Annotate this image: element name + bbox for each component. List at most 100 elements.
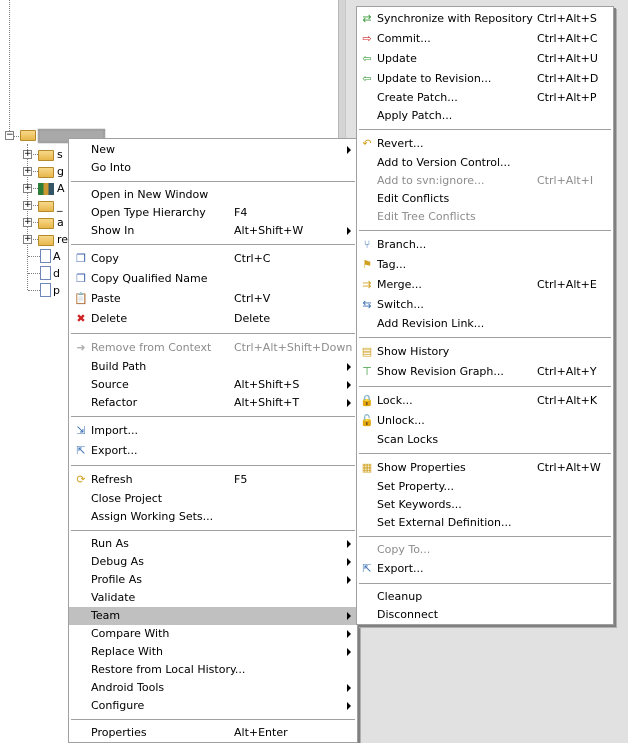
menu-separator [357,579,613,588]
tree-item[interactable]: A [38,248,61,264]
menu-item-create-patch[interactable]: Create Patch... Ctrl+Alt+P [357,89,613,107]
tree-item[interactable]: A [38,180,65,196]
expand-toggle[interactable]: + [23,167,32,176]
menu-item-label: Profile As [91,573,142,586]
menu-item-set-property[interactable]: Set Property... [357,478,613,496]
menu-item-new[interactable]: New [69,141,357,159]
expand-toggle[interactable]: + [23,184,32,193]
switch-icon: ⇆ [362,298,372,311]
menu-item-label: Refactor [91,396,138,409]
tree-item[interactable]: _ [38,197,63,213]
menu-item-add-to-version-control[interactable]: Add to Version Control... [357,154,613,172]
menu-item-close-project[interactable]: Close Project [69,490,357,508]
menu-item-label: Run As [91,537,129,550]
menu-item-show-history[interactable]: ▤ Show History [357,342,613,362]
menu-item-commit[interactable]: ⇨ Commit... Ctrl+Alt+C [357,29,613,49]
submenu-arrow-icon [347,612,351,620]
menu-item-restore-from-local-history[interactable]: Restore from Local History... [69,661,357,679]
menu-separator [69,240,357,249]
menu-item-profile-as[interactable]: Profile As [69,571,357,589]
menu-item-label: Update to Revision... [377,72,492,85]
submenu-arrow-icon [347,576,351,584]
menu-item-synchronize-with-repository[interactable]: ⇄ Synchronize with Repository Ctrl+Alt+S [357,9,613,29]
menu-item-disconnect[interactable]: Disconnect [357,606,613,624]
export-icon: ⇱ [76,444,86,457]
menu-item-label: Show Revision Graph... [377,365,504,378]
menu-item-scan-locks[interactable]: Scan Locks [357,431,613,449]
menu-item-switch[interactable]: ⇆ Switch... [357,295,613,315]
menu-item-export[interactable]: ⇱ Export... [357,559,613,579]
menu-item-unlock[interactable]: 🔓 Unlock... [357,411,613,431]
menu-separator [357,125,613,134]
menu-item-assign-working-sets[interactable]: Assign Working Sets... [69,508,357,526]
expand-toggle[interactable]: + [23,150,32,159]
menu-item-export[interactable]: ⇱ Export... [69,441,357,461]
import-icon: ⇲ [76,424,86,437]
menu-separator [69,461,357,470]
tree-item[interactable]: p [38,282,60,298]
menu-item-revert[interactable]: ↶ Revert... [357,134,613,154]
menu-item-paste[interactable]: 📋 Paste Ctrl+V [69,289,357,309]
menu-item-apply-patch[interactable]: Apply Patch... [357,107,613,125]
menu-item-import[interactable]: ⇲ Import... [69,421,357,441]
tree-item[interactable]: re [38,231,68,247]
menu-item-team[interactable]: Team [69,607,357,625]
menu-item-shortcut: Ctrl+Alt+Y [537,365,597,378]
menu-item-copy-to: Copy To... [357,541,613,559]
menu-separator [357,532,613,541]
menu-item-build-path[interactable]: Build Path [69,358,357,376]
menu-item-tag[interactable]: ⚑ Tag... [357,255,613,275]
menu-item-replace-with[interactable]: Replace With [69,643,357,661]
menu-item-run-as[interactable]: Run As [69,535,357,553]
menu-item-go-into[interactable]: Go Into [69,159,357,177]
submenu-arrow-icon [347,146,351,154]
menu-item-show-in[interactable]: Show In Alt+Shift+W [69,222,357,240]
collapse-toggle[interactable]: − [5,131,14,140]
menu-item-android-tools[interactable]: Android Tools [69,679,357,697]
menu-item-label: Replace With [91,645,163,658]
menu-item-source[interactable]: Source Alt+Shift+S [69,376,357,394]
expand-toggle[interactable]: + [23,201,32,210]
tree-item[interactable]: d [38,265,60,281]
menu-separator [357,449,613,458]
menu-item-open-type-hierarchy[interactable]: Open Type Hierarchy F4 [69,204,357,222]
menu-item-copy[interactable]: ❐ Copy Ctrl+C [69,249,357,269]
menu-item-label: Create Patch... [377,91,458,104]
menu-item-refresh[interactable]: ⟳ Refresh F5 [69,470,357,490]
menu-item-compare-with[interactable]: Compare With [69,625,357,643]
menu-item-shortcut: Ctrl+Alt+P [537,91,597,104]
tag-icon: ⚑ [362,258,372,271]
tree-item[interactable]: a [38,214,64,230]
menu-item-open-in-new-window[interactable]: Open in New Window [69,186,357,204]
menu-item-refactor[interactable]: Refactor Alt+Shift+T [69,394,357,412]
menu-item-copy-qualified-name[interactable]: ❐ Copy Qualified Name [69,269,357,289]
menu-item-debug-as[interactable]: Debug As [69,553,357,571]
revision-graph-icon: ⊤ [362,365,372,378]
menu-item-set-external-definition[interactable]: Set External Definition... [357,514,613,532]
menu-item-merge[interactable]: ⇉ Merge... Ctrl+Alt+E [357,275,613,295]
menu-item-cleanup[interactable]: Cleanup [357,588,613,606]
expand-toggle[interactable]: + [23,235,32,244]
menu-item-branch[interactable]: ⑂ Branch... [357,235,613,255]
menu-item-label: Restore from Local History... [91,663,246,676]
menu-item-label: Switch... [377,298,424,311]
delete-icon: ✖ [76,312,86,325]
menu-item-set-keywords[interactable]: Set Keywords... [357,496,613,514]
menu-item-properties[interactable]: Properties Alt+Enter [69,724,357,742]
menu-item-update-to-revision[interactable]: ⇦ Update to Revision... Ctrl+Alt+D [357,69,613,89]
tree-line [9,0,10,131]
menu-item-label: Show Properties [377,461,466,474]
menu-item-show-properties[interactable]: ▦ Show Properties Ctrl+Alt+W [357,458,613,478]
menu-item-validate[interactable]: Validate [69,589,357,607]
menu-item-edit-conflicts[interactable]: Edit Conflicts [357,190,613,208]
tree-item[interactable]: s [38,146,63,162]
submenu-arrow-icon [347,702,351,710]
tree-item[interactable]: g [38,163,64,179]
expand-toggle[interactable]: + [23,218,32,227]
menu-item-configure[interactable]: Configure [69,697,357,715]
menu-item-add-revision-link[interactable]: Add Revision Link... [357,315,613,333]
menu-item-delete[interactable]: ✖ Delete Delete [69,309,357,329]
menu-item-update[interactable]: ⇦ Update Ctrl+Alt+U [357,49,613,69]
menu-item-lock[interactable]: 🔒 Lock... Ctrl+Alt+K [357,391,613,411]
menu-item-show-revision-graph[interactable]: ⊤ Show Revision Graph... Ctrl+Alt+Y [357,362,613,382]
